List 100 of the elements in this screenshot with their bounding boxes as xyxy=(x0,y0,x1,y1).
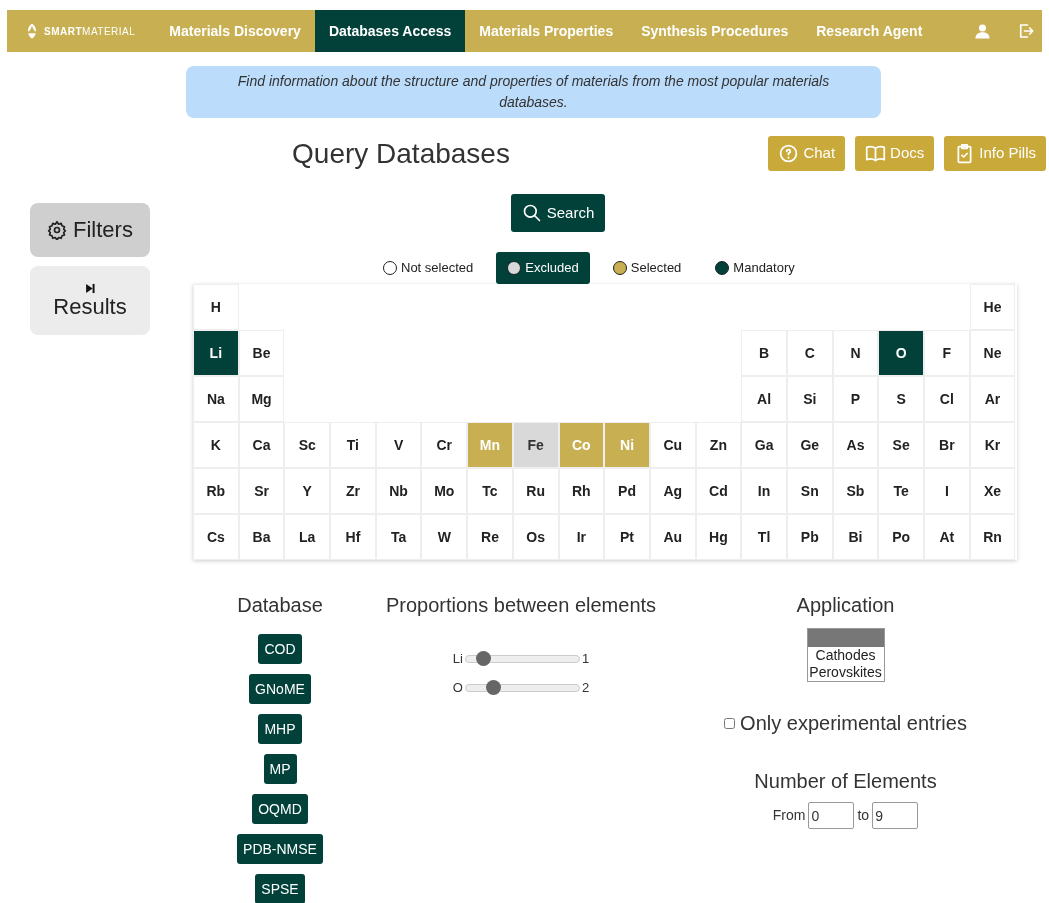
element-cell[interactable]: Ge xyxy=(786,422,833,468)
legend-item[interactable]: Selected xyxy=(601,252,693,284)
nav-tab[interactable]: Databases Access xyxy=(314,10,466,52)
sidebar-button[interactable]: Filters xyxy=(30,203,150,257)
database-button[interactable]: SPSE xyxy=(255,874,305,903)
slider-max: 2 xyxy=(581,678,590,697)
slider-thumb[interactable] xyxy=(485,679,501,695)
element-cell[interactable]: Tl xyxy=(741,514,787,560)
application-list[interactable]: Cathodes Perovskites xyxy=(806,628,885,682)
element-cell[interactable]: O xyxy=(878,330,924,376)
element-cell[interactable]: Al xyxy=(741,376,787,422)
element-cell[interactable]: P xyxy=(832,376,879,422)
element-cell[interactable]: Ta xyxy=(375,514,422,560)
database-button[interactable]: OQMD xyxy=(252,794,308,824)
database-button[interactable]: GNoME xyxy=(249,674,311,704)
element-cell[interactable]: Fe xyxy=(512,422,559,468)
element-cell[interactable]: Pd xyxy=(604,468,650,514)
element-cell[interactable]: In xyxy=(741,468,787,514)
element-cell[interactable]: Cd xyxy=(695,468,742,514)
field-label: From xyxy=(772,806,806,825)
element-cell[interactable]: Zr xyxy=(330,468,376,514)
element-cell[interactable]: B xyxy=(741,330,787,376)
element-cell[interactable]: Pb xyxy=(786,514,833,560)
database-button[interactable]: PDB-NMSE xyxy=(237,834,323,864)
element-cell[interactable]: Mg xyxy=(238,376,285,422)
legend-item[interactable]: Excluded xyxy=(496,252,590,284)
element-cell[interactable]: Zn xyxy=(695,422,742,468)
element-cell[interactable]: Os xyxy=(512,514,559,560)
element-cell[interactable]: Se xyxy=(878,422,924,468)
element-cell[interactable]: Hf xyxy=(330,514,376,560)
input-field[interactable]: 9 xyxy=(872,802,919,829)
page-title: Query Databases xyxy=(291,136,511,171)
element-cell[interactable]: V xyxy=(375,422,422,468)
element-cell[interactable]: As xyxy=(832,422,879,468)
element-cell[interactable]: Kr xyxy=(969,422,1016,468)
element-cell[interactable]: Bi xyxy=(832,514,879,560)
element-cell[interactable]: Rb xyxy=(193,468,239,514)
element-cell[interactable]: Sc xyxy=(284,422,331,468)
element-cell[interactable]: Be xyxy=(238,330,285,376)
element-cell[interactable]: Ne xyxy=(969,330,1016,376)
element-cell[interactable]: Cr xyxy=(421,422,468,468)
element-cell[interactable]: Br xyxy=(924,422,970,468)
element-cell[interactable]: Tc xyxy=(467,468,513,514)
element-cell[interactable]: Ti xyxy=(330,422,376,468)
sidebar-button[interactable]: Results xyxy=(30,266,150,335)
element-cell[interactable]: Li xyxy=(193,330,239,376)
legend-item[interactable]: Mandatory xyxy=(704,252,806,284)
element-cell[interactable]: Sn xyxy=(786,468,833,514)
element-cell[interactable]: He xyxy=(969,284,1016,330)
element-cell[interactable]: Pt xyxy=(604,514,650,560)
element-cell[interactable]: Po xyxy=(878,514,924,560)
element-cell[interactable]: Y xyxy=(284,468,331,514)
slider-track[interactable] xyxy=(464,683,580,692)
gear-icon xyxy=(47,220,68,240)
database-button[interactable]: COD xyxy=(258,634,302,664)
element-cell[interactable]: F xyxy=(924,330,970,376)
element-cell[interactable]: Cu xyxy=(649,422,696,468)
element-cell[interactable]: Cs xyxy=(193,514,239,560)
element-cell[interactable]: Ca xyxy=(238,422,285,468)
element-cell[interactable]: C xyxy=(786,330,833,376)
element-cell[interactable]: S xyxy=(878,376,924,422)
element-cell[interactable]: La xyxy=(284,514,331,560)
element-cell[interactable]: Re xyxy=(467,514,513,560)
database-button[interactable]: MP xyxy=(263,754,297,784)
element-cell[interactable]: Rn xyxy=(969,514,1016,560)
element-cell[interactable]: Mo xyxy=(421,468,468,514)
element-cell[interactable]: Ar xyxy=(969,376,1016,422)
element-cell[interactable]: Ag xyxy=(649,468,696,514)
element-cell[interactable]: Na xyxy=(193,376,239,422)
element-cell[interactable]: Si xyxy=(786,376,833,422)
element-cell[interactable]: Ba xyxy=(238,514,285,560)
element-cell[interactable]: Ga xyxy=(741,422,787,468)
book-icon xyxy=(865,143,887,164)
database-button[interactable]: MHP xyxy=(258,714,302,744)
element-cell[interactable]: Nb xyxy=(375,468,422,514)
element-cell[interactable]: K xyxy=(193,422,239,468)
element-cell[interactable]: N xyxy=(832,330,879,376)
element-cell[interactable]: Rh xyxy=(558,468,605,514)
element-cell[interactable]: Sb xyxy=(832,468,879,514)
checkbox[interactable] xyxy=(724,717,736,729)
element-cell[interactable]: I xyxy=(924,468,970,514)
element-cell[interactable]: W xyxy=(421,514,468,560)
slider-thumb[interactable] xyxy=(475,650,491,666)
element-cell[interactable]: At xyxy=(924,514,970,560)
section-heading: Number of Elements xyxy=(754,769,937,794)
element-cell[interactable]: Sr xyxy=(238,468,285,514)
element-cell[interactable]: Xe xyxy=(969,468,1016,514)
element-cell[interactable]: Ir xyxy=(558,514,605,560)
element-cell[interactable]: Au xyxy=(649,514,696,560)
element-cell[interactable]: Te xyxy=(878,468,924,514)
list-option[interactable]: Cathodes xyxy=(807,647,884,664)
input-field[interactable]: 0 xyxy=(808,802,855,829)
element-cell[interactable]: H xyxy=(193,284,239,330)
element-cell[interactable]: Ru xyxy=(512,468,559,514)
list-option[interactable]: Perovskites xyxy=(807,664,884,681)
element-cell[interactable]: Hg xyxy=(695,514,742,560)
legend-item[interactable]: Not selected xyxy=(372,252,485,284)
slider-track[interactable] xyxy=(464,654,580,663)
search-button[interactable]: Search xyxy=(511,194,605,232)
element-cell[interactable]: Cl xyxy=(924,376,970,422)
